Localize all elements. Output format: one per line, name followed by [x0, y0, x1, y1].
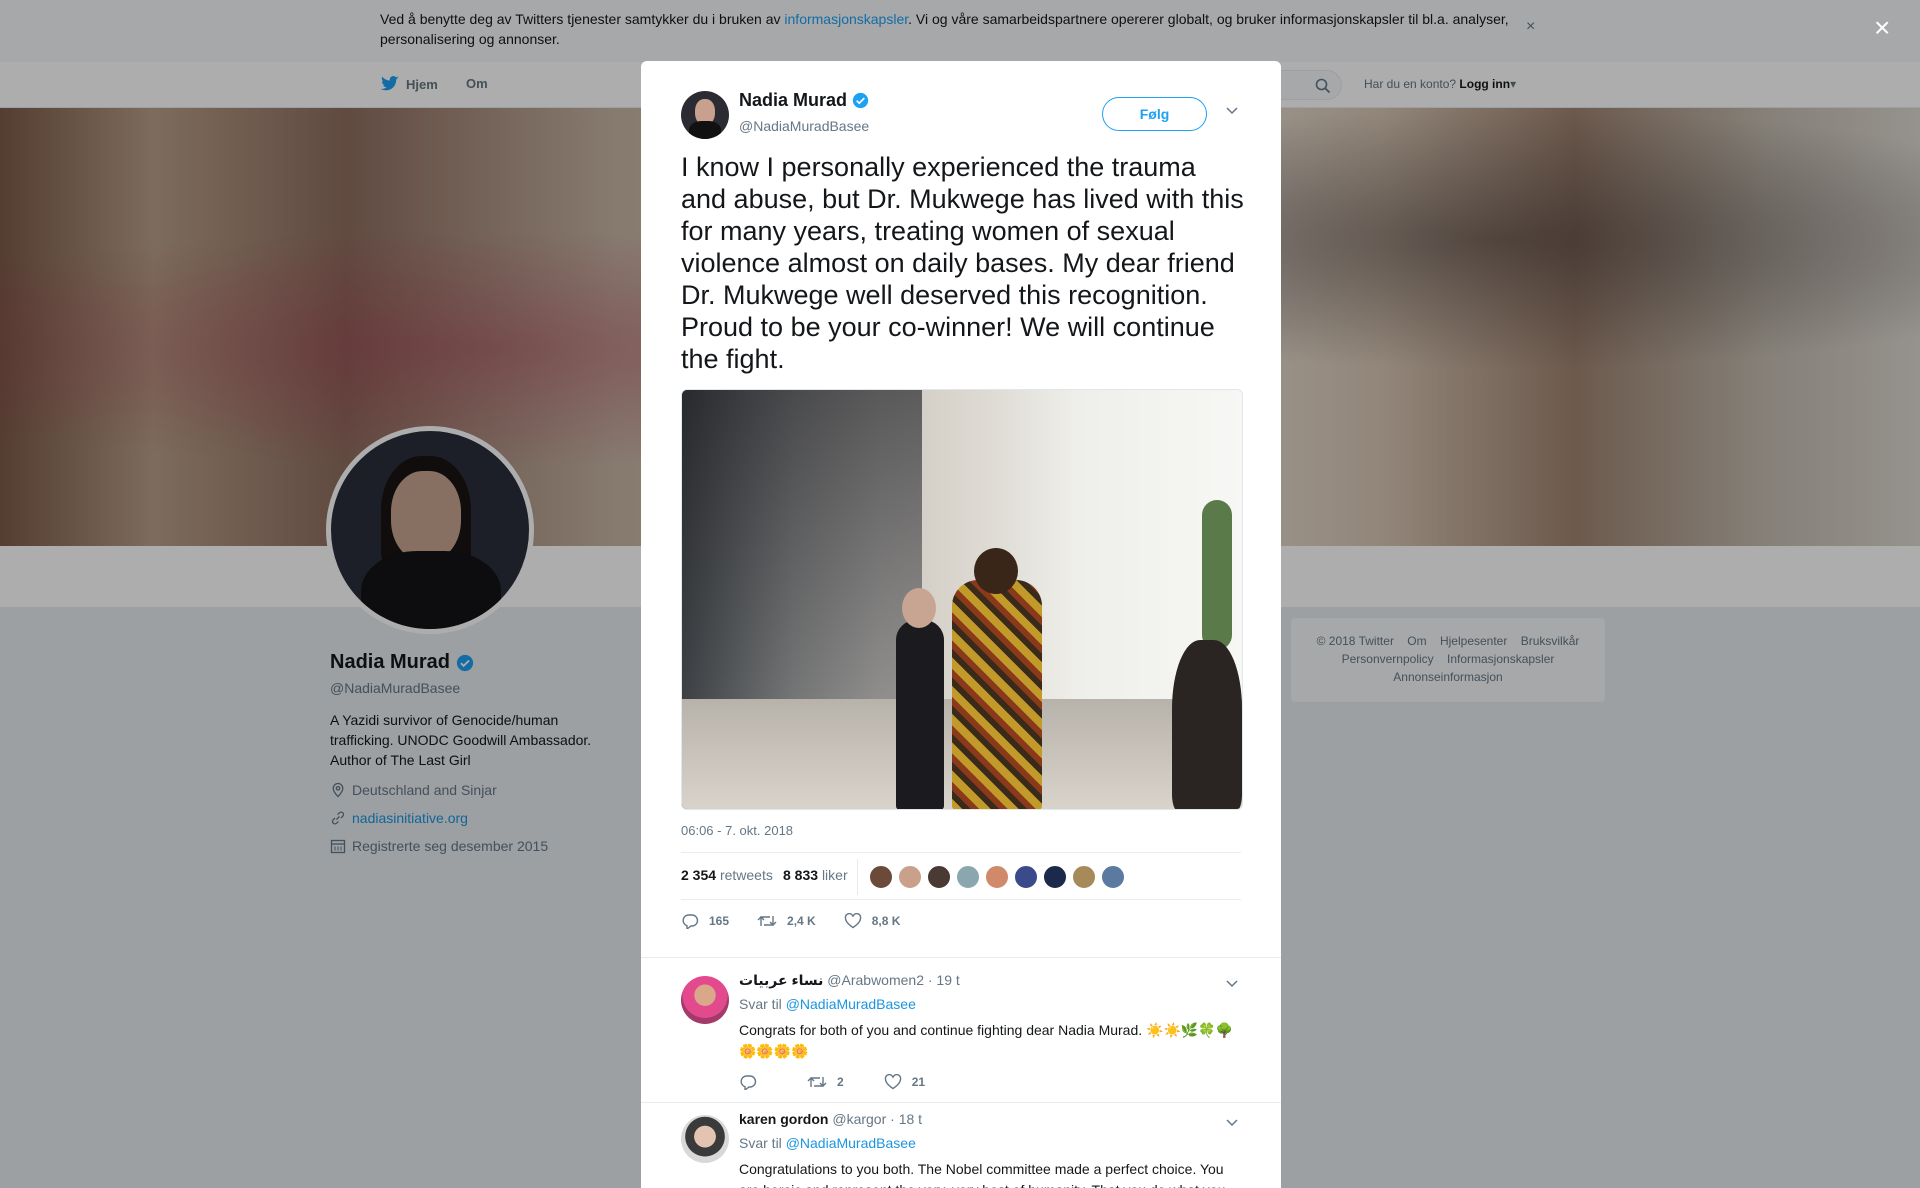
- heart-icon: [884, 1074, 901, 1090]
- reply-to: Svar til @NadiaMuradBasee: [739, 996, 916, 1012]
- reply-actions: 2 21: [739, 1074, 965, 1090]
- verified-badge-icon: [852, 92, 869, 109]
- retweet-count: 2 354: [681, 867, 717, 883]
- liker-avatar[interactable]: [1014, 865, 1038, 889]
- reply-time[interactable]: · 18 t: [890, 1111, 922, 1127]
- chevron-down-icon[interactable]: [1225, 103, 1239, 117]
- retweet-icon: [807, 1077, 827, 1087]
- liker-avatar[interactable]: [927, 865, 951, 889]
- reply-header: karen gordon @kargor · 18 t: [739, 1111, 922, 1127]
- modal-close-button[interactable]: ×: [1874, 12, 1890, 44]
- like-label: liker: [821, 867, 848, 883]
- reply-author-name[interactable]: karen gordon: [739, 1111, 828, 1127]
- reply-author-handle[interactable]: @kargor: [832, 1111, 886, 1127]
- tweet-text: I know I personally experienced the trau…: [681, 152, 1244, 374]
- reply-to-handle[interactable]: @NadiaMuradBasee: [786, 996, 916, 1012]
- reply-count: 165: [709, 914, 730, 928]
- reply-button[interactable]: 165: [681, 913, 729, 929]
- reply-icon: [682, 914, 699, 929]
- tweet-author-handle[interactable]: @NadiaMuradBasee: [739, 118, 869, 134]
- reply-to-label: Svar til: [739, 1135, 782, 1151]
- retweet-stat[interactable]: 2 354 retweets: [681, 867, 773, 883]
- photo-person-2-head: [974, 548, 1018, 594]
- like-button[interactable]: 8,8 K: [844, 913, 901, 929]
- tweet-modal: Nadia Murad @NadiaMuradBasee Følg I know…: [641, 61, 1281, 1188]
- reply-to: Svar til @NadiaMuradBasee: [739, 1135, 916, 1151]
- reply-reply-button[interactable]: [739, 1074, 767, 1090]
- chevron-down-icon[interactable]: [1225, 976, 1239, 990]
- retweet-button[interactable]: 2,4 K: [757, 913, 816, 929]
- liker-avatar[interactable]: [898, 865, 922, 889]
- reply-to-handle[interactable]: @NadiaMuradBasee: [786, 1135, 916, 1151]
- chevron-down-icon[interactable]: [1225, 1115, 1239, 1129]
- reply-icon: [740, 1075, 757, 1090]
- reply-tweet[interactable]: karen gordon @kargor · 18 t Svar til @Na…: [641, 1102, 1281, 1188]
- reply-text: Congrats for both of you and continue fi…: [739, 1022, 1234, 1059]
- tweet-author-name[interactable]: Nadia Murad: [739, 90, 869, 111]
- reply-like-button[interactable]: 21: [884, 1074, 925, 1090]
- liker-avatar[interactable]: [956, 865, 980, 889]
- photo-person-1: [896, 620, 944, 809]
- photo-cactus: [1202, 500, 1232, 650]
- photo-person-2: [952, 580, 1042, 809]
- reply-text: Congratulations to you both. The Nobel c…: [739, 1161, 1225, 1188]
- liker-avatar[interactable]: [1043, 865, 1067, 889]
- photo-person-1-head: [902, 588, 936, 628]
- like-stat[interactable]: 8 833 liker: [783, 867, 848, 883]
- reply-author-name[interactable]: ﻧﺴﺎﺀ ﻋﺮﺑﻴﺎﺕ: [739, 972, 823, 988]
- retweet-label: retweets: [719, 867, 773, 883]
- reply-author-avatar[interactable]: [681, 976, 729, 1024]
- tweet-author-name-text: Nadia Murad: [739, 90, 848, 110]
- retweet-action-count: 2,4 K: [787, 914, 816, 928]
- follow-button[interactable]: Følg: [1102, 97, 1207, 131]
- tweet-photo[interactable]: [681, 389, 1243, 810]
- liker-avatars: [869, 865, 1130, 889]
- like-count: 8 833: [783, 867, 819, 883]
- liker-avatar[interactable]: [985, 865, 1009, 889]
- heart-icon: [844, 913, 861, 929]
- liker-avatar[interactable]: [1101, 865, 1125, 889]
- tweet-actions: 165 2,4 K 8,8 K: [681, 913, 928, 929]
- reply-tweet[interactable]: ﻧﺴﺎﺀ ﻋﺮﺑﻴﺎﺕ @Arabwomen2 · 19 t Svar til …: [641, 957, 1281, 1102]
- reply-author-handle[interactable]: @Arabwomen2: [827, 972, 924, 988]
- like-action-count: 8,8 K: [871, 914, 901, 928]
- reply-retweet-count: 2: [837, 1075, 844, 1089]
- tweet-stats: 2 354 retweets 8 833 liker: [681, 852, 1241, 900]
- liker-avatar[interactable]: [1072, 865, 1096, 889]
- reply-header: ﻧﺴﺎﺀ ﻋﺮﺑﻴﺎﺕ @Arabwomen2 · 19 t: [739, 972, 960, 989]
- tweet-timestamp[interactable]: 06:06 - 7. okt. 2018: [681, 823, 793, 838]
- reply-to-label: Svar til: [739, 996, 782, 1012]
- reply-author-avatar[interactable]: [681, 1115, 729, 1163]
- reply-like-count: 21: [911, 1075, 926, 1089]
- retweet-icon: [757, 916, 777, 926]
- reply-time[interactable]: · 19 t: [928, 972, 960, 988]
- reply-retweet-button[interactable]: 2: [807, 1074, 844, 1090]
- photo-vase: [1172, 640, 1242, 809]
- tweet-author-avatar[interactable]: [681, 91, 729, 139]
- stat-divider: [857, 859, 858, 895]
- liker-avatar[interactable]: [869, 865, 893, 889]
